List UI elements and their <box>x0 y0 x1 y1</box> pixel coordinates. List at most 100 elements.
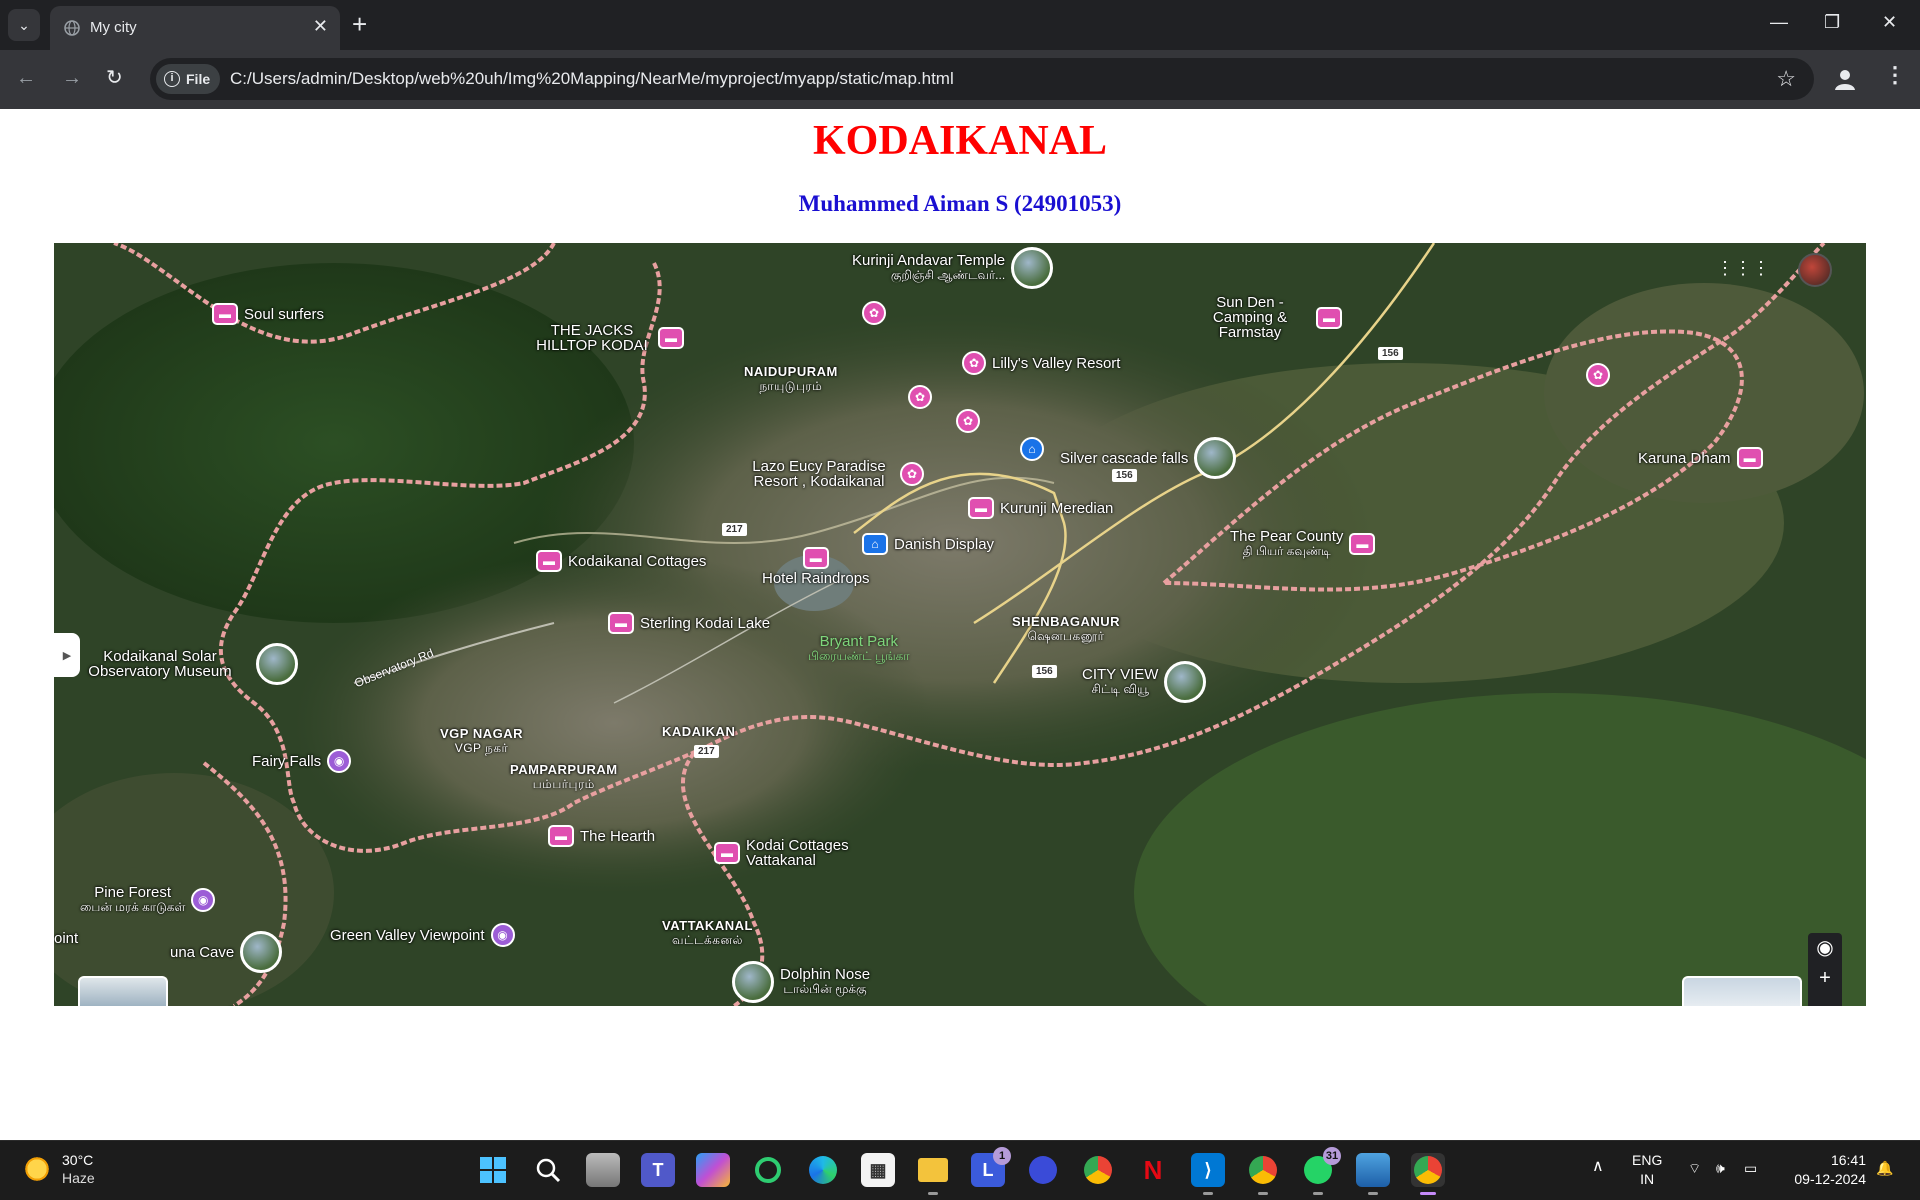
hotel-icon[interactable]: ▬ <box>714 842 740 864</box>
search-icon[interactable] <box>531 1153 565 1187</box>
resort-icon[interactable]: ✿ <box>962 351 986 375</box>
close-tab-icon[interactable]: ✕ <box>313 16 328 36</box>
hotel-icon[interactable]: ▬ <box>212 303 238 325</box>
back-arrow-icon[interactable]: ← <box>16 66 36 90</box>
poi-sun-den[interactable]: Sun Den - Camping & Farmstay ▬ <box>1190 295 1342 340</box>
tab-search-button[interactable]: ⌄ <box>8 9 40 41</box>
camera-icon[interactable]: ◉ <box>191 888 216 912</box>
edge-icon[interactable] <box>806 1153 840 1187</box>
poi-hotel-raindrops[interactable]: ▬ Hotel Raindrops <box>762 547 870 586</box>
observatory-photo-marker[interactable] <box>256 643 298 685</box>
profile-icon[interactable] <box>1832 66 1858 92</box>
reload-icon[interactable]: ↻ <box>106 66 123 90</box>
address-bar[interactable]: i File C:/Users/admin/Desktop/web%20uh/I… <box>150 58 1814 100</box>
google-apps-icon[interactable]: ⋮⋮⋮ <box>1716 258 1770 279</box>
store-icon[interactable]: ▦ <box>861 1153 895 1187</box>
url-text[interactable]: C:/Users/admin/Desktop/web%20uh/Img%20Ma… <box>230 69 954 89</box>
whatsapp-icon[interactable]: 31 <box>1301 1147 1341 1195</box>
poi-city-view[interactable]: CITY VIEW சிட்டி வியூ <box>1082 661 1207 703</box>
chrome-active-icon[interactable] <box>1411 1153 1445 1195</box>
new-tab-button[interactable]: + <box>352 10 367 38</box>
chrome-profile-icon[interactable] <box>1246 1153 1280 1195</box>
poi-solar-observatory[interactable]: Kodaikanal Solar Observatory Museum <box>70 643 298 685</box>
poi-lillys-valley-resort[interactable]: ✿ Lilly's Valley Resort <box>962 351 1120 375</box>
home-icon[interactable]: ⌂ <box>1020 437 1044 461</box>
poi-kurinji-andavar-temple[interactable]: Kurinji Andavar Temple குறிஞ்சி ஆண்டவர்..… <box>852 247 1054 289</box>
battery-icon[interactable]: ▭ <box>1744 1159 1757 1178</box>
site-info-chip[interactable]: i File <box>156 64 221 94</box>
hotel-icon[interactable]: ▬ <box>548 825 574 847</box>
poi-pine-forest[interactable]: Pine Forest பைன் மரக் காடுகள் ◉ <box>80 885 216 915</box>
chrome-icon[interactable] <box>1081 1153 1115 1187</box>
hotel-icon[interactable]: ▬ <box>802 547 829 569</box>
clock[interactable]: 16:41 09-12-2024 <box>1786 1151 1866 1189</box>
l-app-icon[interactable]: L1 <box>971 1147 1011 1187</box>
netflix-icon[interactable]: N <box>1136 1153 1170 1187</box>
street-view-thumbnail[interactable] <box>1682 976 1802 1006</box>
resort-icon[interactable]: ✿ <box>956 409 980 433</box>
map-account-avatar[interactable] <box>1798 253 1832 287</box>
resort-icon[interactable]: ✿ <box>862 301 886 325</box>
camera-icon[interactable]: ◉ <box>490 923 515 947</box>
close-window-icon[interactable]: ✕ <box>1882 12 1897 33</box>
show-hidden-icons[interactable]: ∧ <box>1592 1157 1604 1176</box>
embedded-map[interactable]: Kurinji Andavar Temple குறிஞ்சி ஆண்டவர்..… <box>54 243 1866 1006</box>
bookmark-star-icon[interactable]: ☆ <box>1776 66 1796 92</box>
poi-the-jacks-hilltop-kodai[interactable]: THE JACKS HILLTOP KODAI ▬ <box>532 323 684 353</box>
hotel-icon[interactable]: ▬ <box>1316 306 1342 329</box>
circular-app-icon[interactable] <box>751 1153 785 1187</box>
triangle-app-icon[interactable] <box>1026 1153 1060 1187</box>
poi-soul-surfers[interactable]: ▬ Soul surfers <box>212 303 324 325</box>
poi-kodai-cottages-vattakanal[interactable]: ▬ Kodai Cottages Vattakanal <box>714 838 876 868</box>
language-indicator[interactable]: ENG IN <box>1632 1151 1662 1189</box>
dolphin-nose-photo-marker[interactable] <box>732 961 774 1003</box>
temple-photo-marker[interactable] <box>1011 247 1054 289</box>
minimize-icon[interactable]: — <box>1770 12 1788 33</box>
viewpoint-photo-marker[interactable] <box>1164 661 1207 703</box>
hotel-icon[interactable]: ▬ <box>658 327 684 349</box>
forward-arrow-icon[interactable]: → <box>62 66 82 90</box>
file-explorer-icon[interactable] <box>916 1153 950 1195</box>
camera-icon[interactable]: ◉ <box>327 749 352 773</box>
zoom-in-button[interactable]: + <box>1808 963 1842 993</box>
hotel-icon[interactable]: ▬ <box>968 497 994 519</box>
poi-karuna-dham[interactable]: Karuna Dham ▬ <box>1638 447 1763 469</box>
resort-icon[interactable]: ✿ <box>900 462 924 486</box>
photos-icon[interactable] <box>1356 1153 1390 1195</box>
poi-the-hearth[interactable]: ▬ The Hearth <box>548 825 655 847</box>
cave-photo-marker[interactable] <box>240 931 283 973</box>
task-view-icon[interactable] <box>586 1153 620 1187</box>
poi-una-cave[interactable]: una Cave <box>170 931 283 973</box>
poi-green-valley-viewpoint[interactable]: Green Valley Viewpoint ◉ <box>330 923 515 947</box>
hotel-icon[interactable]: ▬ <box>1736 447 1763 469</box>
resort-icon[interactable]: ✿ <box>1586 363 1610 387</box>
poi-silver-cascade-falls[interactable]: Silver cascade falls <box>1060 437 1237 479</box>
poi-dolphin-nose[interactable]: Dolphin Nose டால்பின் மூக்கு <box>732 961 870 1003</box>
copilot-icon[interactable] <box>696 1153 730 1187</box>
poi-kurunji-meredian[interactable]: ▬ Kurunji Meredian <box>968 497 1113 519</box>
hotel-icon[interactable]: ▬ <box>608 612 634 634</box>
zoom-out-button[interactable]: − <box>1808 993 1842 1006</box>
more-menu-icon[interactable]: ⋮ <box>1884 62 1906 88</box>
windows-start-icon[interactable] <box>476 1153 510 1187</box>
poi-danish-display[interactable]: ⌂ Danish Display <box>862 533 994 555</box>
hotel-icon[interactable]: ▬ <box>536 550 562 572</box>
resort-icon[interactable]: ✿ <box>908 385 932 409</box>
notification-bell-icon[interactable]: 🔔 <box>1876 1159 1893 1178</box>
volume-icon[interactable]: 🕪 <box>1716 1159 1725 1178</box>
wifi-icon[interactable]: ⌔ <box>1688 1159 1701 1178</box>
poi-fairy-falls[interactable]: Fairy Falls ◉ <box>252 749 352 773</box>
teams-icon[interactable]: T <box>641 1153 675 1187</box>
layer-switcher-thumbnail[interactable] <box>78 976 168 1006</box>
poi-kodaikanal-cottages[interactable]: ▬ Kodaikanal Cottages <box>536 550 706 572</box>
street-view-icon[interactable]: ◉ <box>1808 933 1842 963</box>
poi-the-pear-county[interactable]: The Pear County தி பியர் கவுண்டி ▬ <box>1230 529 1376 559</box>
browser-tab[interactable]: My city ✕ <box>50 6 340 50</box>
restore-icon[interactable]: ❐ <box>1824 12 1840 33</box>
vscode-icon[interactable]: ⟩ <box>1191 1153 1225 1195</box>
weather-widget[interactable]: 30°C Haze <box>22 1151 95 1187</box>
side-panel-toggle[interactable]: ▶ <box>54 633 80 677</box>
poi-sterling-kodai-lake[interactable]: ▬ Sterling Kodai Lake <box>608 612 770 634</box>
waterfall-photo-marker[interactable] <box>1194 437 1237 479</box>
poi-lazo-eucy-paradise[interactable]: Lazo Eucy Paradise Resort , Kodaikanal ✿ <box>744 459 924 489</box>
